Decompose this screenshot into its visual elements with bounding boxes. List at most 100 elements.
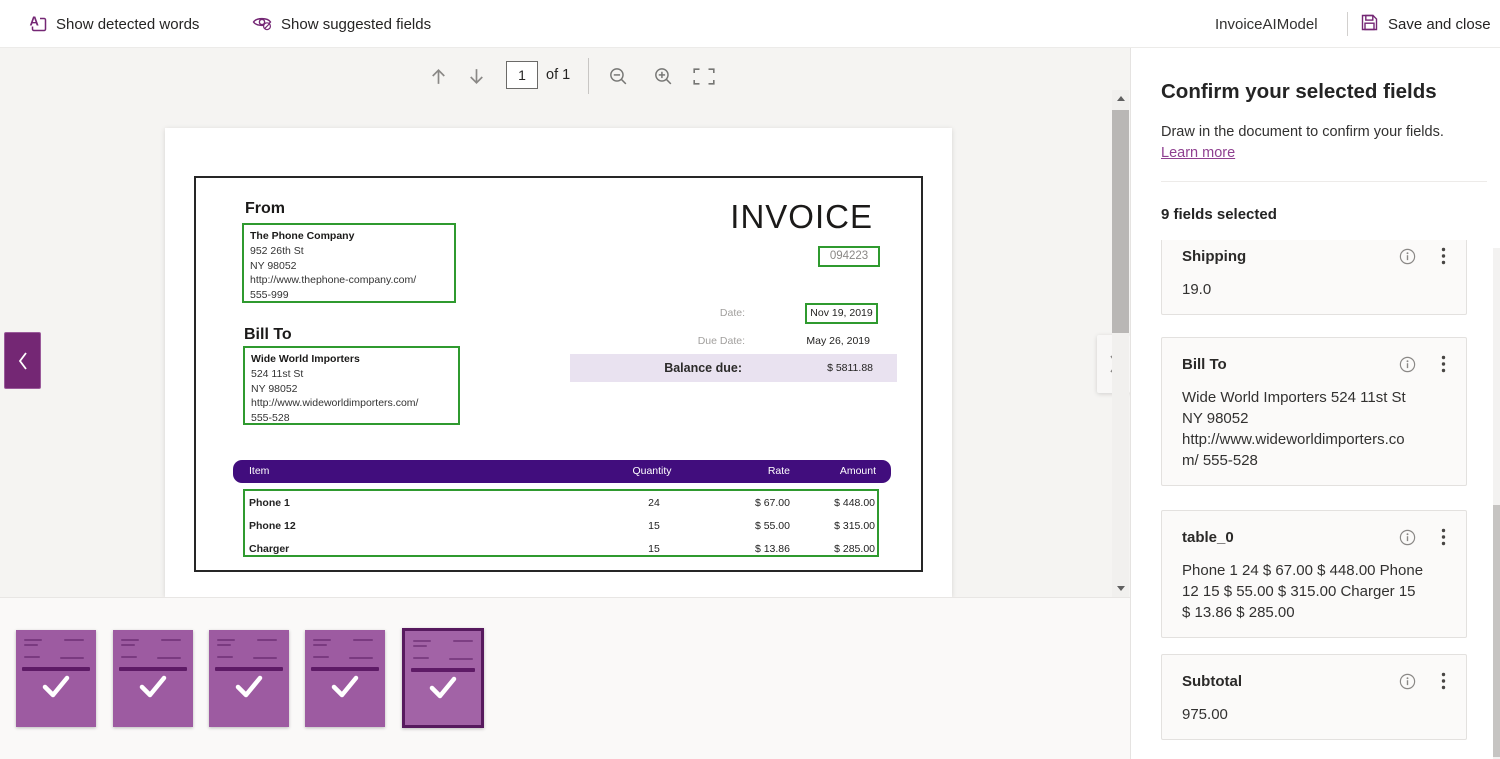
svg-text:A: A <box>30 13 40 28</box>
column-header-item: Item <box>249 465 270 477</box>
thumbnail-preview <box>313 644 327 646</box>
cell-item: Charger <box>249 543 290 555</box>
check-icon <box>235 675 263 698</box>
info-icon[interactable] <box>1396 245 1418 267</box>
date-value: Nov 19, 2019 <box>810 307 873 319</box>
panel-description-text: Draw in the document to confirm your fie… <box>1161 124 1444 140</box>
show-suggested-fields-button[interactable]: Show suggested fields <box>252 0 431 48</box>
field-card-bill-to[interactable]: Bill To Wide World Importers 524 11st St… <box>1161 337 1467 486</box>
thumbnail-preview <box>353 639 373 641</box>
field-cards-list: Shipping 19.0 Bill To Wide World Importe… <box>1149 240 1493 759</box>
thumbnail-1[interactable] <box>16 630 96 727</box>
check-icon <box>331 675 359 698</box>
field-box-bill-to[interactable]: Wide World Importers 524 11st St NY 9805… <box>243 346 460 425</box>
thumbnail-preview <box>217 644 231 646</box>
thumbnail-2[interactable] <box>113 630 193 727</box>
chevron-left-icon <box>18 351 27 370</box>
eye-off-icon <box>252 14 272 35</box>
from-line: http://www.thephone-company.com/ <box>250 274 417 287</box>
panel-scrollbar-thumb[interactable] <box>1493 505 1500 757</box>
thumbnail-preview <box>215 667 283 671</box>
triangle-up-icon <box>1116 96 1125 101</box>
thumbnail-5-selected[interactable] <box>402 628 484 728</box>
field-value: Wide World Importers 524 11st St NY 9805… <box>1182 389 1406 469</box>
thumbnail-preview <box>413 657 429 659</box>
detected-words-icon: A <box>28 12 47 36</box>
field-card-subtotal[interactable]: Subtotal 975.00 <box>1161 654 1467 740</box>
info-icon[interactable] <box>1396 526 1418 548</box>
due-date-label: Due Date: <box>697 335 745 347</box>
field-value: 19.0 <box>1182 281 1212 298</box>
thumbnail-3[interactable] <box>209 630 289 727</box>
scroll-up-button[interactable] <box>1112 90 1129 107</box>
thumbnail-preview <box>22 667 90 671</box>
panel-divider <box>1161 181 1487 182</box>
app-window: A Show detected words Show suggested fie… <box>0 0 1500 759</box>
next-page-button[interactable] <box>458 58 494 94</box>
cell-rate: $ 67.00 <box>754 497 790 509</box>
panel-scrollbar[interactable] <box>1493 248 1500 759</box>
info-icon[interactable] <box>1396 353 1418 375</box>
cell-rate: $ 13.86 <box>754 543 790 555</box>
from-line: 952 26th St <box>250 244 304 257</box>
bill-to-line: 524 11st St <box>251 367 304 380</box>
cell-item: Phone 1 <box>249 497 290 509</box>
document-viewer: of 1 From The Phone Company 952 26th St … <box>0 48 1130 597</box>
fit-to-page-button[interactable] <box>686 58 722 94</box>
balance-due-row: Balance due: $ 5811.88 <box>570 354 897 382</box>
thumbnail-preview <box>217 639 235 641</box>
thumbnail-preview <box>119 667 187 671</box>
thumbnail-preview <box>24 656 40 658</box>
thumbnail-preview <box>24 639 42 641</box>
thumbnail-preview <box>60 657 84 659</box>
from-heading: From <box>245 200 285 217</box>
show-detected-words-button[interactable]: A Show detected words <box>28 0 199 48</box>
invoice-number: 094223 <box>829 250 869 262</box>
previous-document-button[interactable] <box>4 332 41 389</box>
more-options-icon[interactable] <box>1432 353 1454 375</box>
more-options-icon[interactable] <box>1432 245 1454 267</box>
thumbnail-preview <box>313 656 329 658</box>
thumbnail-preview <box>413 640 431 642</box>
cell-quantity: 24 <box>648 497 660 509</box>
thumbnail-preview <box>121 644 135 646</box>
show-suggested-fields-label: Show suggested fields <box>281 15 432 33</box>
field-box-date[interactable]: Nov 19, 2019 <box>805 303 878 324</box>
zoom-in-button[interactable] <box>645 58 681 94</box>
learn-more-link[interactable]: Learn more <box>1161 145 1235 161</box>
scroll-down-button[interactable] <box>1112 580 1129 597</box>
thumbnail-preview <box>217 656 233 658</box>
bill-to-heading: Bill To <box>244 326 292 343</box>
thumbnail-preview <box>24 644 38 646</box>
balance-due-label: Balance due: <box>664 361 742 375</box>
document-scrollbar[interactable] <box>1112 90 1129 597</box>
save-and-close-button[interactable]: Save and close <box>1360 0 1491 48</box>
more-options-icon[interactable] <box>1432 670 1454 692</box>
save-icon <box>1360 13 1379 36</box>
scrollbar-thumb[interactable] <box>1112 110 1129 333</box>
zoom-out-button[interactable] <box>600 58 636 94</box>
triangle-down-icon <box>1116 586 1125 591</box>
thumbnail-preview <box>64 639 84 641</box>
thumbnail-preview <box>121 656 137 658</box>
info-icon[interactable] <box>1396 670 1418 692</box>
thumbnail-preview <box>349 657 373 659</box>
check-icon <box>42 675 70 698</box>
previous-page-button[interactable] <box>420 58 456 94</box>
field-card-shipping[interactable]: Shipping 19.0 <box>1161 240 1467 315</box>
check-icon <box>429 676 457 699</box>
field-box-invoice-number[interactable]: 094223 <box>818 246 880 267</box>
fields-panel: Confirm your selected fields Draw in the… <box>1130 48 1500 759</box>
model-name-label: InvoiceAIModel <box>1215 15 1318 33</box>
thumbnail-4[interactable] <box>305 630 385 727</box>
more-options-icon[interactable] <box>1432 526 1454 548</box>
page-number-input[interactable] <box>506 61 538 89</box>
date-label: Date: <box>719 307 745 319</box>
toolbar-divider <box>588 58 589 94</box>
document-thumbnails-strip <box>0 597 1130 759</box>
show-detected-words-label: Show detected words <box>56 15 200 33</box>
field-box-from[interactable]: The Phone Company 952 26th St NY 98052 h… <box>242 223 456 303</box>
from-line: NY 98052 <box>250 259 297 272</box>
field-card-table-0[interactable]: table_0 Phone 1 24 $ 67.00 $ 448.00 Phon… <box>1161 510 1467 638</box>
field-box-table[interactable]: Phone 1 24 $ 67.00 $ 448.00 Phone 12 15 … <box>243 489 879 557</box>
